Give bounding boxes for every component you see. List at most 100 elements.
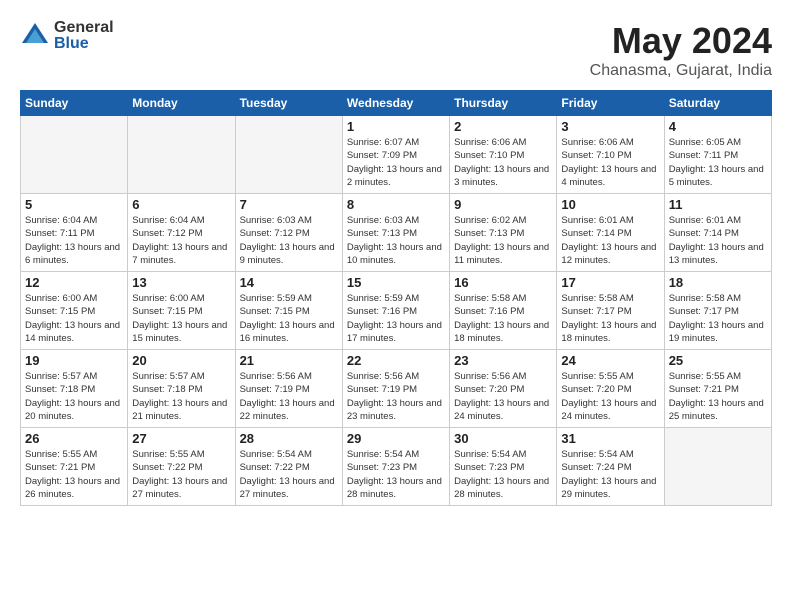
- day-info: Sunrise: 6:02 AM Sunset: 7:13 PM Dayligh…: [454, 214, 552, 267]
- day-info: Sunrise: 6:00 AM Sunset: 7:15 PM Dayligh…: [25, 292, 123, 345]
- day-number: 3: [561, 119, 659, 134]
- calendar-cell: 3 Sunrise: 6:06 AM Sunset: 7:10 PM Daylig…: [557, 116, 664, 194]
- day-number: 24: [561, 353, 659, 368]
- day-info: Sunrise: 5:57 AM Sunset: 7:18 PM Dayligh…: [25, 370, 123, 423]
- calendar-cell: 6Sunrise: 6:04 AM Sunset: 7:12 PM Daylig…: [128, 194, 235, 272]
- day-info: Sunrise: 5:59 AM Sunset: 7:15 PM Dayligh…: [240, 292, 338, 345]
- calendar-cell: 24 Sunrise: 5:55 AM Sunset: 7:20 PM Dayli…: [557, 350, 664, 428]
- day-number: 9: [454, 197, 552, 212]
- day-number: 2: [454, 119, 552, 134]
- day-number: 28: [240, 431, 338, 446]
- day-number: 22: [347, 353, 445, 368]
- day-number: 4: [669, 119, 767, 134]
- day-info: Sunrise: 5:55 AM Sunset: 7:20 PM Dayligh…: [561, 370, 659, 423]
- day-number: 13: [132, 275, 230, 290]
- day-info: Sunrise: 6:07 AM Sunset: 7:09 PM Dayligh…: [347, 136, 445, 189]
- col-friday: Friday: [557, 91, 664, 116]
- col-tuesday: Tuesday: [235, 91, 342, 116]
- calendar-cell: 9 Sunrise: 6:02 AM Sunset: 7:13 PM Daylig…: [450, 194, 557, 272]
- day-info: Sunrise: 5:59 AM Sunset: 7:16 PM Dayligh…: [347, 292, 445, 345]
- calendar-cell: 5 Sunrise: 6:04 AM Sunset: 7:11 PM Daylig…: [21, 194, 128, 272]
- calendar-header-row: Sunday Monday Tuesday Wednesday Thursday…: [21, 91, 772, 116]
- day-number: 23: [454, 353, 552, 368]
- calendar-cell: 15 Sunrise: 5:59 AM Sunset: 7:16 PM Dayli…: [342, 272, 449, 350]
- calendar-cell: 8 Sunrise: 6:03 AM Sunset: 7:13 PM Daylig…: [342, 194, 449, 272]
- day-number: 30: [454, 431, 552, 446]
- header: General Blue May 2024 Chanasma, Gujarat,…: [20, 20, 772, 80]
- day-number: 10: [561, 197, 659, 212]
- calendar-cell: 25Sunrise: 5:55 AM Sunset: 7:21 PM Dayli…: [664, 350, 771, 428]
- day-number: 12: [25, 275, 123, 290]
- calendar-cell: 1 Sunrise: 6:07 AM Sunset: 7:09 PM Daylig…: [342, 116, 449, 194]
- day-number: 16: [454, 275, 552, 290]
- day-info: Sunrise: 6:01 AM Sunset: 7:14 PM Dayligh…: [561, 214, 659, 267]
- day-number: 21: [240, 353, 338, 368]
- day-number: 15: [347, 275, 445, 290]
- day-info: Sunrise: 6:06 AM Sunset: 7:10 PM Dayligh…: [561, 136, 659, 189]
- col-wednesday: Wednesday: [342, 91, 449, 116]
- calendar-cell: 7Sunrise: 6:03 AM Sunset: 7:12 PM Daylig…: [235, 194, 342, 272]
- calendar-cell: 18 Sunrise: 5:58 AM Sunset: 7:17 PM Dayli…: [664, 272, 771, 350]
- logo: General Blue: [20, 20, 114, 52]
- calendar-cell: 28 Sunrise: 5:54 AM Sunset: 7:22 PM Dayli…: [235, 428, 342, 506]
- day-number: 7: [240, 197, 338, 212]
- day-number: 8: [347, 197, 445, 212]
- day-number: 29: [347, 431, 445, 446]
- day-number: 11: [669, 197, 767, 212]
- day-info: Sunrise: 5:56 AM Sunset: 7:19 PM Dayligh…: [347, 370, 445, 423]
- calendar-cell: [21, 116, 128, 194]
- calendar-cell: 16 Sunrise: 5:58 AM Sunset: 7:16 PM Dayli…: [450, 272, 557, 350]
- calendar-cell: 21Sunrise: 5:56 AM Sunset: 7:19 PM Dayli…: [235, 350, 342, 428]
- calendar-cell: 10 Sunrise: 6:01 AM Sunset: 7:14 PM Dayli…: [557, 194, 664, 272]
- col-thursday: Thursday: [450, 91, 557, 116]
- calendar-cell: 2Sunrise: 6:06 AM Sunset: 7:10 PM Daylig…: [450, 116, 557, 194]
- calendar-cell: 4Sunrise: 6:05 AM Sunset: 7:11 PM Daylig…: [664, 116, 771, 194]
- day-number: 20: [132, 353, 230, 368]
- day-info: Sunrise: 5:54 AM Sunset: 7:23 PM Dayligh…: [454, 448, 552, 501]
- calendar-cell: 17Sunrise: 5:58 AM Sunset: 7:17 PM Dayli…: [557, 272, 664, 350]
- day-number: 19: [25, 353, 123, 368]
- calendar-cell: 26 Sunrise: 5:55 AM Sunset: 7:21 PM Dayli…: [21, 428, 128, 506]
- day-info: Sunrise: 6:00 AM Sunset: 7:15 PM Dayligh…: [132, 292, 230, 345]
- logo-blue: Blue: [54, 36, 114, 52]
- calendar-week-5: 26 Sunrise: 5:55 AM Sunset: 7:21 PM Dayli…: [21, 428, 772, 506]
- calendar-cell: 12 Sunrise: 6:00 AM Sunset: 7:15 PM Dayli…: [21, 272, 128, 350]
- day-info: Sunrise: 6:01 AM Sunset: 7:14 PM Dayligh…: [669, 214, 767, 267]
- day-info: Sunrise: 5:54 AM Sunset: 7:22 PM Dayligh…: [240, 448, 338, 501]
- page: General Blue May 2024 Chanasma, Gujarat,…: [0, 0, 792, 612]
- day-number: 26: [25, 431, 123, 446]
- day-number: 18: [669, 275, 767, 290]
- calendar-cell: 20Sunrise: 5:57 AM Sunset: 7:18 PM Dayli…: [128, 350, 235, 428]
- calendar-cell: 29Sunrise: 5:54 AM Sunset: 7:23 PM Dayli…: [342, 428, 449, 506]
- day-info: Sunrise: 5:58 AM Sunset: 7:17 PM Dayligh…: [669, 292, 767, 345]
- calendar-week-4: 19 Sunrise: 5:57 AM Sunset: 7:18 PM Dayli…: [21, 350, 772, 428]
- day-info: Sunrise: 6:04 AM Sunset: 7:11 PM Dayligh…: [25, 214, 123, 267]
- day-info: Sunrise: 5:55 AM Sunset: 7:21 PM Dayligh…: [25, 448, 123, 501]
- day-number: 31: [561, 431, 659, 446]
- calendar-cell: 11 Sunrise: 6:01 AM Sunset: 7:14 PM Dayli…: [664, 194, 771, 272]
- logo-icon: [20, 21, 50, 51]
- day-number: 5: [25, 197, 123, 212]
- logo-general: General: [54, 20, 114, 36]
- calendar-cell: 23Sunrise: 5:56 AM Sunset: 7:20 PM Dayli…: [450, 350, 557, 428]
- day-number: 27: [132, 431, 230, 446]
- day-info: Sunrise: 5:55 AM Sunset: 7:22 PM Dayligh…: [132, 448, 230, 501]
- main-title: May 2024: [590, 20, 772, 62]
- calendar: Sunday Monday Tuesday Wednesday Thursday…: [20, 90, 772, 506]
- subtitle: Chanasma, Gujarat, India: [590, 62, 772, 80]
- calendar-cell: 19 Sunrise: 5:57 AM Sunset: 7:18 PM Dayli…: [21, 350, 128, 428]
- col-monday: Monday: [128, 91, 235, 116]
- title-block: May 2024 Chanasma, Gujarat, India: [590, 20, 772, 80]
- day-number: 14: [240, 275, 338, 290]
- calendar-cell: [235, 116, 342, 194]
- calendar-cell: 27 Sunrise: 5:55 AM Sunset: 7:22 PM Dayli…: [128, 428, 235, 506]
- day-number: 6: [132, 197, 230, 212]
- day-info: Sunrise: 5:58 AM Sunset: 7:16 PM Dayligh…: [454, 292, 552, 345]
- day-number: 25: [669, 353, 767, 368]
- calendar-cell: 31Sunrise: 5:54 AM Sunset: 7:24 PM Dayli…: [557, 428, 664, 506]
- col-sunday: Sunday: [21, 91, 128, 116]
- calendar-cell: 22 Sunrise: 5:56 AM Sunset: 7:19 PM Dayli…: [342, 350, 449, 428]
- day-number: 1: [347, 119, 445, 134]
- calendar-cell: [664, 428, 771, 506]
- day-info: Sunrise: 6:03 AM Sunset: 7:13 PM Dayligh…: [347, 214, 445, 267]
